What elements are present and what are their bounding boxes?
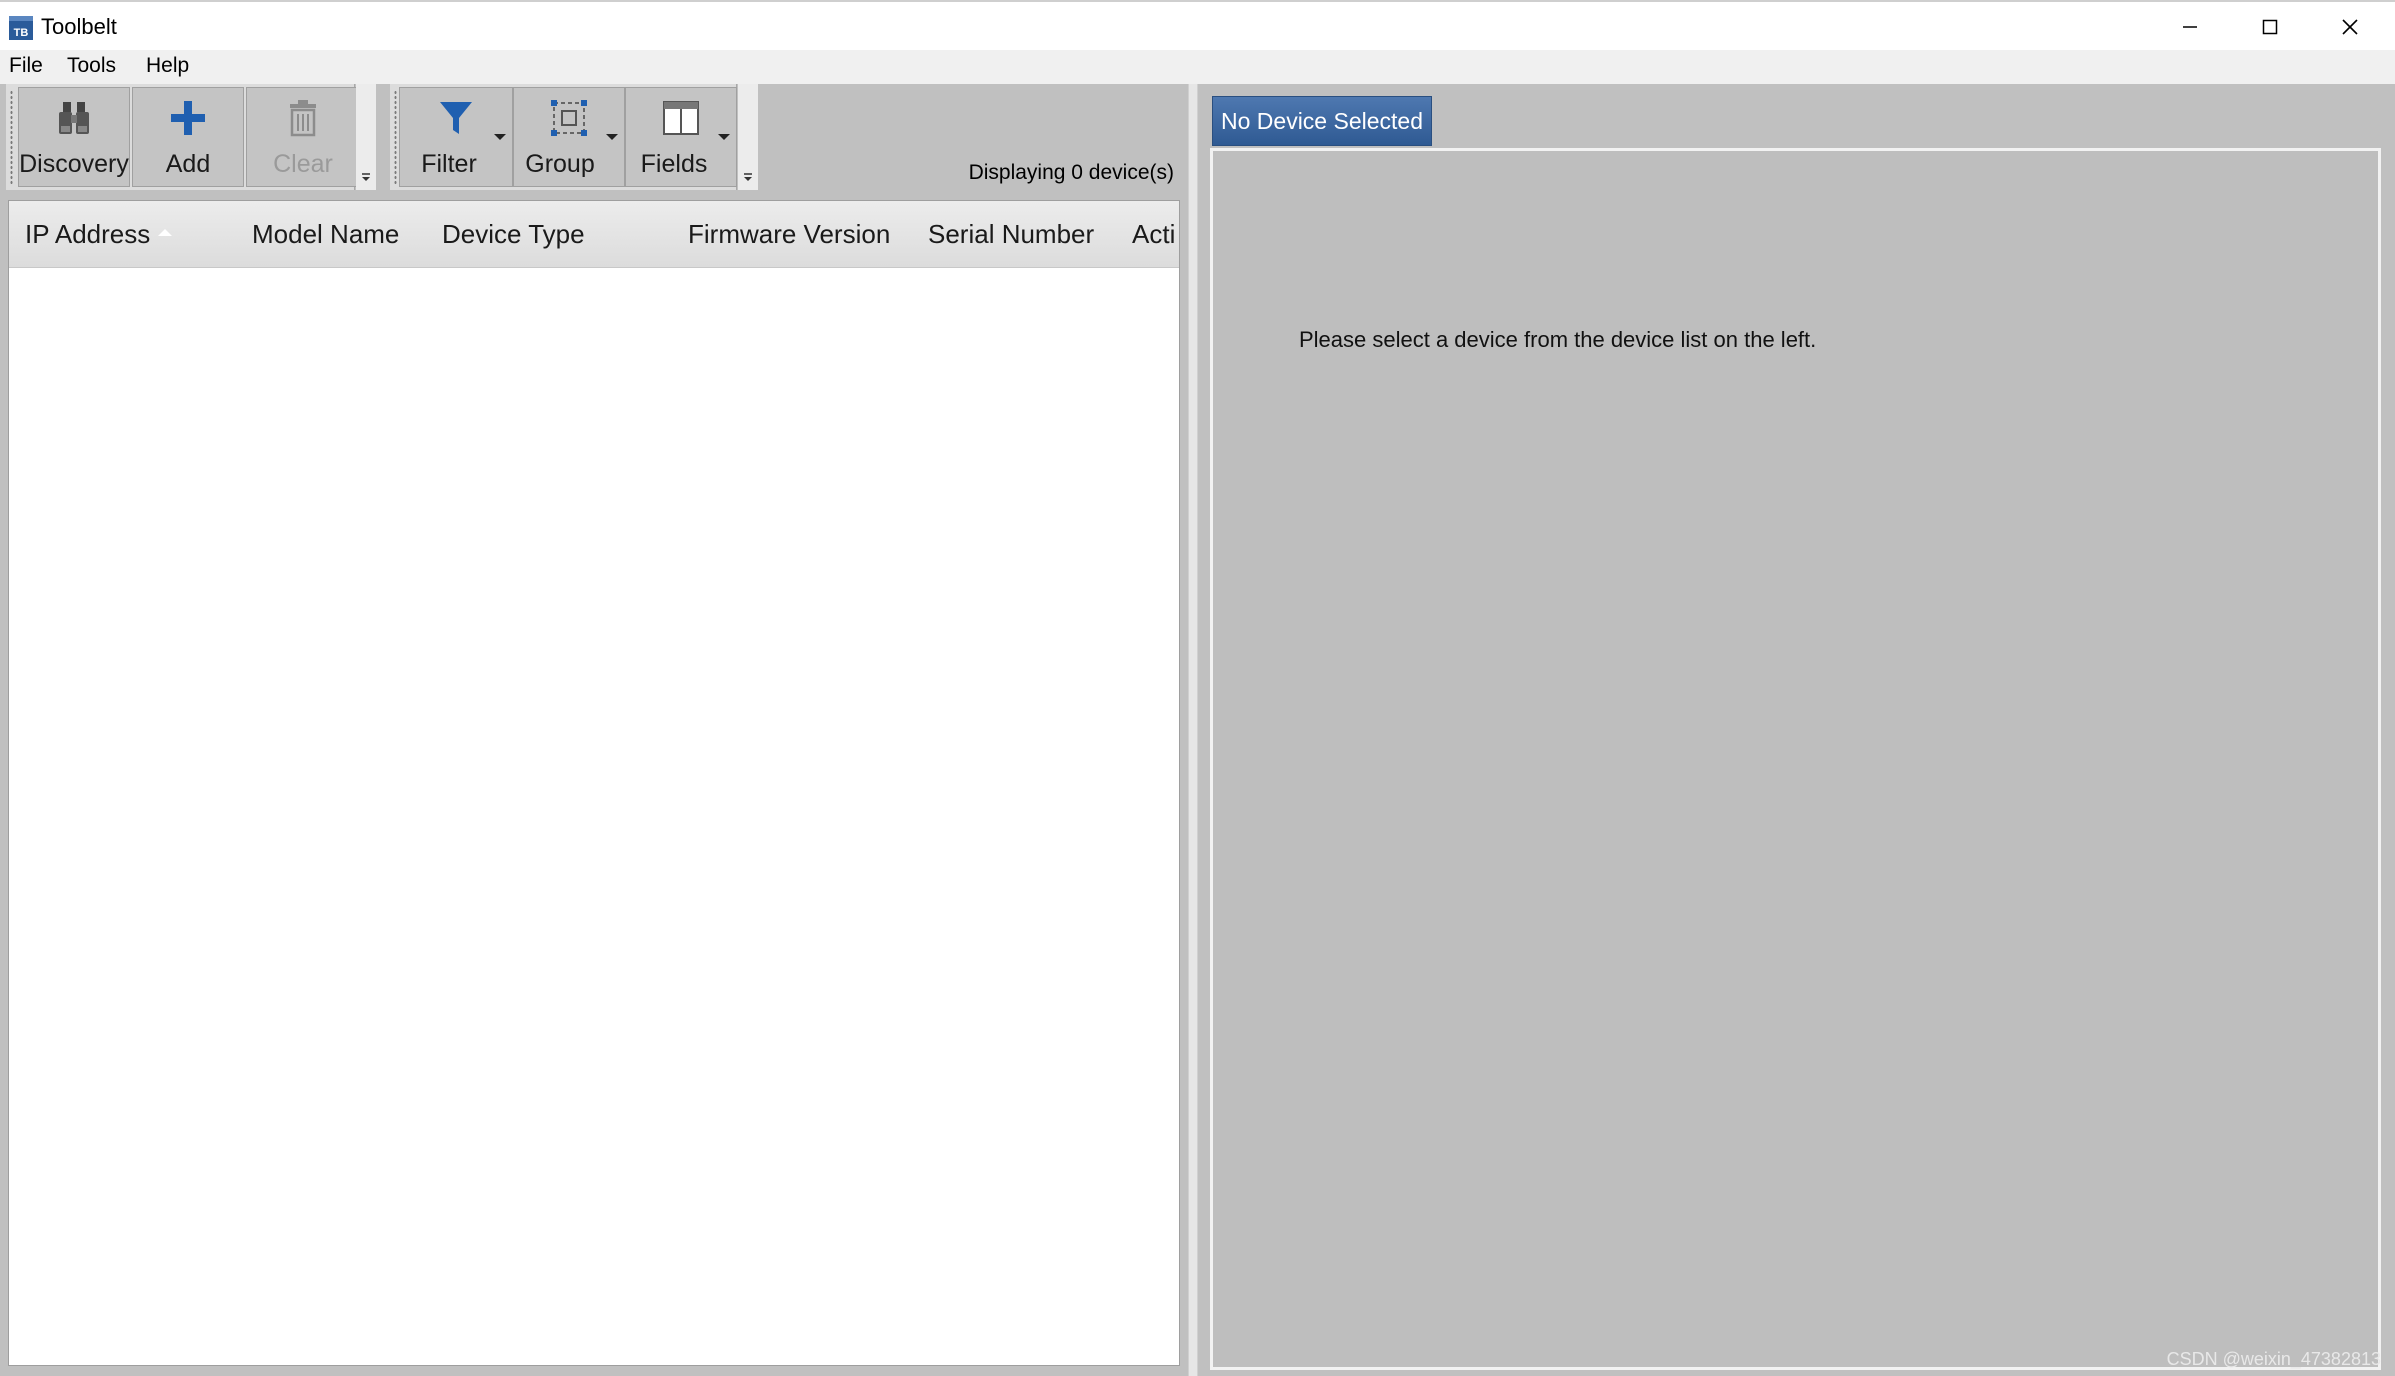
column-ip-address[interactable]: IP Address: [25, 219, 173, 250]
sort-ascending-icon: [158, 228, 173, 236]
app-icon: TB: [9, 16, 33, 40]
minimize-button[interactable]: [2150, 2, 2230, 52]
chevron-down-icon: [606, 134, 618, 140]
filter-button[interactable]: Filter: [399, 87, 513, 187]
toolbar-overflow-button[interactable]: [356, 84, 376, 190]
columns-icon: [663, 101, 699, 135]
device-count-status: Displaying 0 device(s): [968, 161, 1174, 184]
trash-icon: [290, 100, 316, 137]
overflow-chevron-icon: [362, 173, 370, 181]
tab-no-device-selected[interactable]: No Device Selected: [1212, 96, 1432, 146]
device-detail-panel: Please select a device from the device l…: [1210, 148, 2381, 1370]
column-firmware-version[interactable]: Firmware Version: [688, 219, 890, 250]
column-model-name[interactable]: Model Name: [252, 219, 399, 250]
group-label: Group: [525, 150, 595, 178]
funnel-icon: [440, 102, 472, 134]
column-device-type[interactable]: Device Type: [442, 219, 585, 250]
overflow-chevron-icon: [744, 173, 752, 181]
clear-button[interactable]: Clear: [246, 87, 360, 187]
toolbar-grip[interactable]: [10, 90, 13, 184]
plus-icon: [171, 101, 205, 135]
device-detail-pane: No Device Selected Please select a devic…: [1198, 84, 2395, 1376]
menu-bar: File Tools Help: [0, 50, 2395, 84]
binoculars-icon: [59, 102, 89, 134]
pane-splitter[interactable]: [1188, 84, 1198, 1376]
chevron-down-icon: [494, 134, 506, 140]
column-label: IP Address: [25, 219, 151, 249]
maximize-button[interactable]: [2230, 2, 2310, 52]
device-list-pane: Discovery Add Clear Filter Group Fields …: [0, 84, 1188, 1376]
window-title: Toolbelt: [41, 14, 117, 39]
add-label: Add: [165, 150, 211, 178]
toolbar-actions: Discovery Add Clear: [6, 84, 360, 190]
column-action[interactable]: Acti: [1132, 219, 1175, 250]
toolbar-grip[interactable]: [394, 90, 397, 184]
chevron-down-icon: [718, 134, 730, 140]
menu-tools[interactable]: Tools: [65, 54, 118, 78]
close-icon: [2342, 19, 2358, 35]
toolbar-overflow-button[interactable]: [738, 84, 758, 190]
menu-help[interactable]: Help: [144, 54, 191, 78]
menu-file[interactable]: File: [7, 54, 45, 78]
filter-label: Filter: [421, 150, 477, 178]
column-serial-number[interactable]: Serial Number: [928, 219, 1094, 250]
clear-label: Clear: [273, 150, 333, 178]
discovery-button[interactable]: Discovery: [18, 87, 130, 187]
watermark: CSDN @weixin_47382813: [2166, 1349, 2381, 1369]
title-bar: TB Toolbelt: [0, 0, 2395, 50]
device-table[interactable]: IP Address Model Name Device Type Firmwa…: [8, 200, 1180, 1366]
minimize-icon: [2183, 26, 2197, 28]
toolbar-view: Filter Group Fields: [390, 84, 737, 190]
discovery-label: Discovery: [19, 150, 129, 178]
fields-label: Fields: [640, 150, 708, 178]
fields-button[interactable]: Fields: [625, 87, 737, 187]
group-button[interactable]: Group: [513, 87, 625, 187]
close-button[interactable]: [2310, 2, 2390, 52]
add-button[interactable]: Add: [132, 87, 244, 187]
maximize-icon: [2262, 19, 2278, 35]
group-select-icon: [551, 100, 587, 136]
no-selection-message: Please select a device from the device l…: [1299, 327, 1817, 352]
table-header: IP Address Model Name Device Type Firmwa…: [9, 201, 1179, 268]
